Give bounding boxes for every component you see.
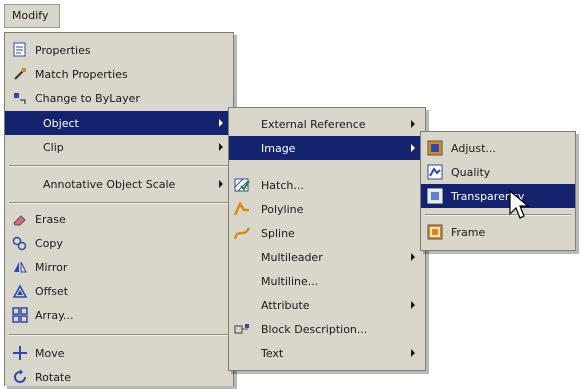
menu-item-erase[interactable]: Erase — [5, 207, 233, 231]
image-adjust-icon — [427, 140, 443, 156]
menu-item-label: Properties — [35, 43, 91, 57]
menu-item-label: Multiline... — [261, 274, 319, 288]
modify-menubar-item[interactable]: Modify — [4, 4, 60, 28]
menu-item-block-description[interactable]: Block Description... — [229, 317, 425, 341]
menu-item-frame[interactable]: Frame — [421, 220, 575, 244]
menu-separator — [9, 202, 229, 204]
submenu-arrow-icon — [411, 144, 415, 152]
modify-menu-title: Modify — [12, 9, 49, 22]
menu-item-label: Polyline — [261, 202, 304, 216]
menu-item-label: Match Properties — [35, 67, 128, 81]
array-icon — [12, 307, 28, 323]
menu-item-attribute[interactable]: Attribute — [229, 293, 425, 317]
mouse-cursor-icon — [509, 189, 531, 225]
menu-item-label: Hatch... — [261, 178, 304, 192]
menu-item-label: Spline — [261, 226, 295, 240]
menu-item-label: Array... — [35, 308, 74, 322]
menu-item-label: Rotate — [35, 370, 72, 384]
menu-item-label: Change to ByLayer — [35, 91, 140, 105]
menu-separator — [425, 214, 571, 216]
menu-item-label: Object — [43, 116, 79, 130]
menu-item-offset[interactable]: Offset — [5, 279, 233, 303]
menu-item-rotate[interactable]: Rotate — [5, 365, 233, 389]
submenu-arrow-icon — [219, 119, 223, 127]
menu-item-change-to-bylayer[interactable]: Change to ByLayer — [5, 86, 233, 110]
submenu-arrow-icon — [219, 180, 223, 188]
menu-item-transparency[interactable]: Transparency — [421, 184, 575, 208]
menu-item-adjust[interactable]: Adjust... — [421, 136, 575, 160]
image-quality-icon — [427, 164, 443, 180]
menu-item-match-properties[interactable]: Match Properties — [5, 62, 233, 86]
menu-item-polyline[interactable]: Polyline — [229, 197, 425, 221]
menu-item-object[interactable]: Object — [5, 111, 233, 135]
menu-item-quality[interactable]: Quality — [421, 160, 575, 184]
menu-item-array[interactable]: Array... — [5, 303, 233, 327]
submenu-arrow-icon — [411, 301, 415, 309]
match-properties-icon — [12, 66, 28, 82]
submenu-arrow-icon — [411, 120, 415, 128]
menu-item-label: Erase — [35, 212, 66, 226]
menu-separator — [9, 165, 229, 167]
menu-item-external-reference[interactable]: External Reference — [229, 112, 425, 136]
menu-item-label: Offset — [35, 284, 69, 298]
modify-menu: Properties Match Properties Change to By… — [4, 32, 234, 386]
menu-item-image[interactable]: Image — [229, 136, 425, 160]
offset-icon — [12, 283, 28, 299]
hatch-icon — [234, 177, 250, 193]
polyline-icon — [234, 201, 250, 217]
copy-icon — [12, 235, 28, 251]
submenu-arrow-icon — [219, 143, 223, 151]
object-submenu: External Reference Image Hatch... Polyli… — [228, 107, 426, 371]
spline-icon — [234, 225, 250, 241]
menu-item-label: Attribute — [261, 298, 310, 312]
menu-item-multiline[interactable]: Multiline... — [229, 269, 425, 293]
block-description-icon — [234, 321, 250, 337]
menu-item-label: Image — [261, 141, 296, 155]
rotate-icon — [12, 369, 28, 385]
menu-item-label: Adjust... — [451, 141, 496, 155]
menu-item-mirror[interactable]: Mirror — [5, 255, 233, 279]
mirror-icon — [12, 259, 28, 275]
menu-item-label: Clip — [43, 140, 64, 154]
menu-item-label: Text — [261, 346, 284, 360]
menu-item-multileader[interactable]: Multileader — [229, 245, 425, 269]
menu-item-label: Copy — [35, 236, 63, 250]
menu-item-move[interactable]: Move — [5, 341, 233, 365]
menu-item-spline[interactable]: Spline — [229, 221, 425, 245]
submenu-arrow-icon — [411, 349, 415, 357]
menu-item-label: Quality — [451, 165, 491, 179]
menu-item-label: Move — [35, 346, 65, 360]
menu-item-label: Frame — [451, 225, 486, 239]
menu-separator — [9, 334, 229, 336]
image-transparency-icon — [427, 188, 443, 204]
menu-item-label: Block Description... — [261, 322, 368, 336]
eraser-icon — [12, 211, 28, 227]
menu-item-label: Multileader — [261, 250, 323, 264]
menu-item-annotative-object-scale[interactable]: Annotative Object Scale — [5, 172, 233, 196]
menu-item-label: External Reference — [261, 117, 366, 131]
menu-item-properties[interactable]: Properties — [5, 38, 233, 62]
menu-item-copy[interactable]: Copy — [5, 231, 233, 255]
change-to-bylayer-icon — [12, 90, 28, 106]
menu-item-label: Annotative Object Scale — [43, 177, 176, 191]
properties-icon — [12, 42, 28, 58]
image-submenu: Adjust... Quality Transparency Frame — [420, 131, 576, 251]
image-frame-icon — [427, 224, 443, 240]
menu-item-clip[interactable]: Clip — [5, 135, 233, 159]
move-icon — [12, 345, 28, 361]
menu-item-label: Mirror — [35, 260, 68, 274]
menu-item-hatch[interactable]: Hatch... — [229, 173, 425, 197]
menu-item-text[interactable]: Text — [229, 341, 425, 365]
submenu-arrow-icon — [411, 253, 415, 261]
